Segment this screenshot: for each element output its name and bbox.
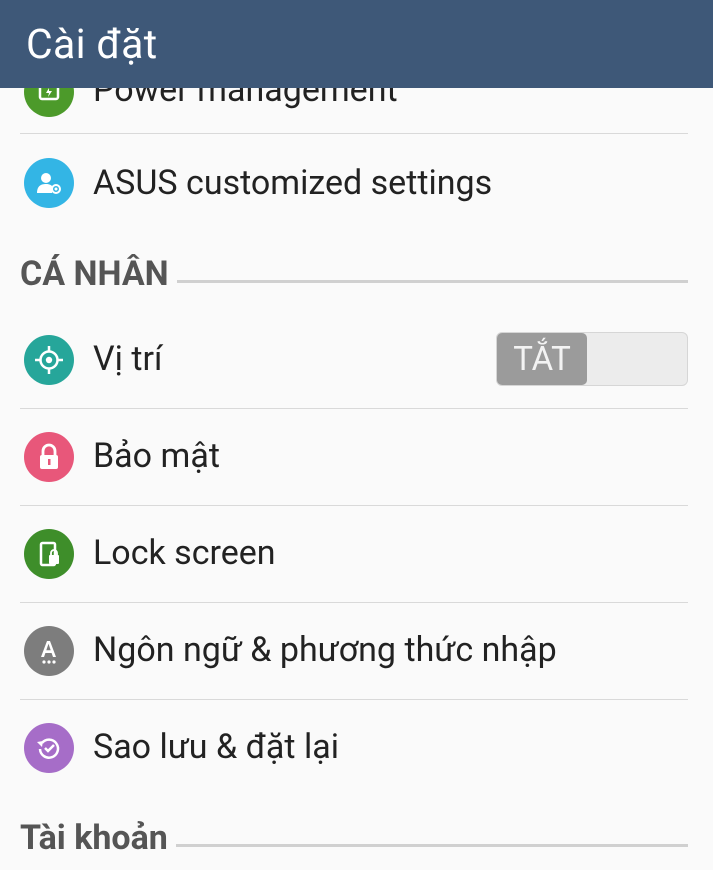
settings-item-backup-reset[interactable]: Sao lưu & đặt lại [0, 700, 713, 796]
settings-item-language-input[interactable]: Ngôn ngữ & phương thức nhập [0, 603, 713, 699]
backup-restore-icon [24, 723, 74, 773]
settings-item-security[interactable]: Bảo mật [0, 409, 713, 505]
location-toggle[interactable]: TẮT [496, 332, 688, 386]
settings-screen: Power management ASUS customized setting… [0, 0, 713, 870]
settings-item-label: Ngôn ngữ & phương thức nhập [93, 630, 557, 670]
section-rule [176, 279, 688, 283]
settings-item-label: ASUS customized settings [93, 163, 493, 203]
section-header-personal: CÁ NHÂN [20, 252, 688, 296]
lock-icon [24, 432, 74, 482]
settings-item-label: Bảo mật [93, 436, 220, 476]
app-bar: Cài đặt [0, 0, 713, 88]
section-title: CÁ NHÂN [20, 254, 169, 294]
language-icon [24, 626, 74, 676]
toggle-knob: TẮT [497, 333, 587, 385]
section-title: Tài khoản [20, 818, 168, 858]
settings-item-asus-customized[interactable]: ASUS customized settings [0, 134, 713, 232]
section-header-accounts: Tài khoản [20, 816, 688, 860]
app-bar-title: Cài đặt [26, 21, 158, 69]
settings-item-lock-screen[interactable]: Lock screen [0, 506, 713, 602]
section-rule [175, 843, 688, 847]
settings-item-label: Vị trí [93, 339, 163, 379]
settings-item-location[interactable]: Vị trí TẮT [0, 312, 713, 408]
settings-item-label: Sao lưu & đặt lại [93, 727, 339, 767]
settings-list[interactable]: Power management ASUS customized setting… [0, 0, 713, 870]
location-target-icon [24, 335, 74, 385]
settings-item-label: Lock screen [93, 533, 276, 573]
user-gear-icon [24, 158, 74, 208]
lock-screen-icon [24, 529, 74, 579]
